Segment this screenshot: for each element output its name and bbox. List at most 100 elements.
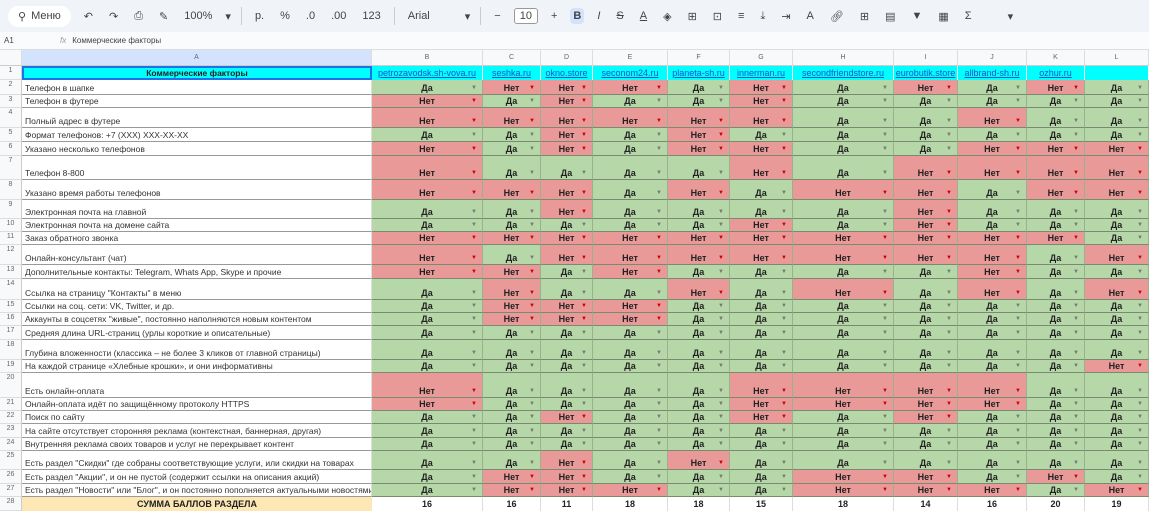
dropdown-arrow-icon[interactable]: ▼ [471, 290, 477, 296]
dropdown-arrow-icon[interactable]: ▼ [1137, 170, 1143, 176]
dropdown-cell[interactable]: Да ▼ [1027, 340, 1085, 360]
row-header[interactable]: 20 [0, 373, 22, 398]
dropdown-arrow-icon[interactable]: ▼ [1137, 118, 1143, 124]
dropdown-cell[interactable]: Да ▼ [894, 265, 958, 279]
factor-label-cell[interactable]: Формат телефонов: +7 (XXX) XXX-XX-XX [22, 128, 372, 142]
dropdown-arrow-icon[interactable]: ▼ [946, 303, 952, 309]
dropdown-arrow-icon[interactable]: ▼ [1015, 487, 1021, 493]
dropdown-cell[interactable]: Да ▼ [1027, 245, 1085, 265]
factor-label-cell[interactable]: Полный адрес в футере [22, 108, 372, 128]
dropdown-arrow-icon[interactable]: ▼ [656, 146, 662, 152]
dropdown-arrow-icon[interactable]: ▼ [882, 388, 888, 394]
dropdown-arrow-icon[interactable]: ▼ [882, 132, 888, 138]
factor-label-cell[interactable]: Есть раздел "Скидки" где собраны соответ… [22, 451, 372, 470]
dropdown-cell[interactable]: Нет ▼ [668, 279, 730, 300]
dropdown-cell[interactable]: Нет ▼ [541, 245, 593, 265]
dropdown-arrow-icon[interactable]: ▼ [656, 460, 662, 466]
dropdown-cell[interactable]: Да ▼ [793, 219, 894, 232]
dropdown-cell[interactable]: Да ▼ [372, 313, 483, 326]
dropdown-cell[interactable]: Да ▼ [793, 360, 894, 373]
dropdown-cell[interactable]: Нет ▼ [958, 265, 1027, 279]
dropdown-arrow-icon[interactable]: ▼ [1137, 363, 1143, 369]
dropdown-arrow-icon[interactable]: ▼ [471, 441, 477, 447]
dropdown-cell[interactable]: Да ▼ [372, 470, 483, 484]
dropdown-cell[interactable]: Нет ▼ [1027, 142, 1085, 156]
dropdown-cell[interactable]: Нет ▼ [958, 156, 1027, 180]
dropdown-arrow-icon[interactable]: ▼ [1015, 316, 1021, 322]
dropdown-cell[interactable]: Да ▼ [958, 470, 1027, 484]
row-header[interactable]: 13 [0, 265, 22, 279]
more-formats-button[interactable]: 123 [359, 8, 383, 24]
dropdown-cell[interactable]: Да ▼ [958, 438, 1027, 451]
dropdown-arrow-icon[interactable]: ▼ [882, 255, 888, 261]
site-header-cell[interactable]: seconom24.ru [593, 66, 668, 80]
dropdown-arrow-icon[interactable]: ▼ [1015, 290, 1021, 296]
dropdown-cell[interactable]: Нет ▼ [894, 200, 958, 219]
dropdown-cell[interactable]: Нет ▼ [894, 484, 958, 497]
dropdown-cell[interactable]: Да ▼ [793, 128, 894, 142]
formula-input[interactable]: Коммерческие факторы [72, 36, 161, 45]
dropdown-cell[interactable]: Да ▼ [593, 470, 668, 484]
dropdown-arrow-icon[interactable]: ▼ [1137, 209, 1143, 215]
dropdown-cell[interactable]: Нет ▼ [1085, 279, 1149, 300]
dropdown-arrow-icon[interactable]: ▼ [946, 401, 952, 407]
dropdown-cell[interactable]: Нет ▼ [541, 80, 593, 95]
dropdown-arrow-icon[interactable]: ▼ [781, 428, 787, 434]
dropdown-arrow-icon[interactable]: ▼ [1073, 132, 1079, 138]
dropdown-cell[interactable]: Да ▼ [958, 300, 1027, 313]
dropdown-arrow-icon[interactable]: ▼ [1073, 441, 1079, 447]
dropdown-arrow-icon[interactable]: ▼ [781, 269, 787, 275]
dropdown-arrow-icon[interactable]: ▼ [471, 316, 477, 322]
row-header[interactable]: 11 [0, 232, 22, 245]
dropdown-cell[interactable]: Да ▼ [730, 128, 793, 142]
increase-font-size-button[interactable]: + [548, 8, 560, 24]
dropdown-arrow-icon[interactable]: ▼ [581, 222, 587, 228]
site-header-cell[interactable]: innerman.ru [730, 66, 793, 80]
increase-decimal-button[interactable]: .00 [328, 8, 349, 24]
dropdown-cell[interactable]: Да ▼ [593, 326, 668, 340]
dropdown-arrow-icon[interactable]: ▼ [1015, 222, 1021, 228]
dropdown-cell[interactable]: Да ▼ [958, 451, 1027, 470]
dropdown-arrow-icon[interactable]: ▼ [718, 269, 724, 275]
dropdown-arrow-icon[interactable]: ▼ [656, 132, 662, 138]
dropdown-arrow-icon[interactable]: ▼ [946, 316, 952, 322]
dropdown-arrow-icon[interactable]: ▼ [656, 255, 662, 261]
filter-views-icon[interactable]: ▦ [935, 8, 951, 25]
dropdown-cell[interactable]: Да ▼ [668, 326, 730, 340]
dropdown-arrow-icon[interactable]: ▼ [529, 487, 535, 493]
dropdown-cell[interactable]: Да ▼ [593, 200, 668, 219]
dropdown-cell[interactable]: Да ▼ [1085, 128, 1149, 142]
dropdown-arrow-icon[interactable]: ▼ [529, 441, 535, 447]
dropdown-arrow-icon[interactable]: ▼ [882, 235, 888, 241]
dropdown-cell[interactable]: Нет ▼ [793, 180, 894, 200]
dropdown-cell[interactable]: Да ▼ [894, 438, 958, 451]
dropdown-arrow-icon[interactable]: ▼ [718, 414, 724, 420]
dropdown-cell[interactable]: Нет ▼ [1027, 180, 1085, 200]
dropdown-arrow-icon[interactable]: ▼ [581, 316, 587, 322]
dropdown-cell[interactable]: Да ▼ [593, 156, 668, 180]
dropdown-arrow-icon[interactable]: ▼ [1015, 363, 1021, 369]
text-rotation-icon[interactable]: A [804, 8, 817, 24]
chevron-down-icon[interactable]: ▾ [465, 10, 471, 23]
dropdown-cell[interactable]: Да ▼ [372, 360, 483, 373]
dropdown-arrow-icon[interactable]: ▼ [718, 474, 724, 480]
dropdown-arrow-icon[interactable]: ▼ [656, 363, 662, 369]
dropdown-cell[interactable]: Да ▼ [1027, 424, 1085, 438]
dropdown-arrow-icon[interactable]: ▼ [471, 414, 477, 420]
dropdown-arrow-icon[interactable]: ▼ [1073, 350, 1079, 356]
dropdown-cell[interactable]: Да ▼ [894, 108, 958, 128]
dropdown-arrow-icon[interactable]: ▼ [529, 85, 535, 91]
dropdown-cell[interactable]: Да ▼ [541, 398, 593, 411]
dropdown-arrow-icon[interactable]: ▼ [781, 209, 787, 215]
factor-label-cell[interactable]: Заказ обратного звонка [22, 232, 372, 245]
dropdown-cell[interactable]: Да ▼ [730, 470, 793, 484]
dropdown-arrow-icon[interactable]: ▼ [718, 363, 724, 369]
dropdown-cell[interactable]: Нет ▼ [483, 232, 541, 245]
dropdown-cell[interactable]: Нет ▼ [483, 80, 541, 95]
dropdown-cell[interactable]: Да ▼ [1027, 200, 1085, 219]
print-icon[interactable]: ⎙ [131, 8, 146, 25]
dropdown-arrow-icon[interactable]: ▼ [718, 388, 724, 394]
dropdown-arrow-icon[interactable]: ▼ [1073, 170, 1079, 176]
dropdown-arrow-icon[interactable]: ▼ [581, 132, 587, 138]
dropdown-arrow-icon[interactable]: ▼ [882, 269, 888, 275]
